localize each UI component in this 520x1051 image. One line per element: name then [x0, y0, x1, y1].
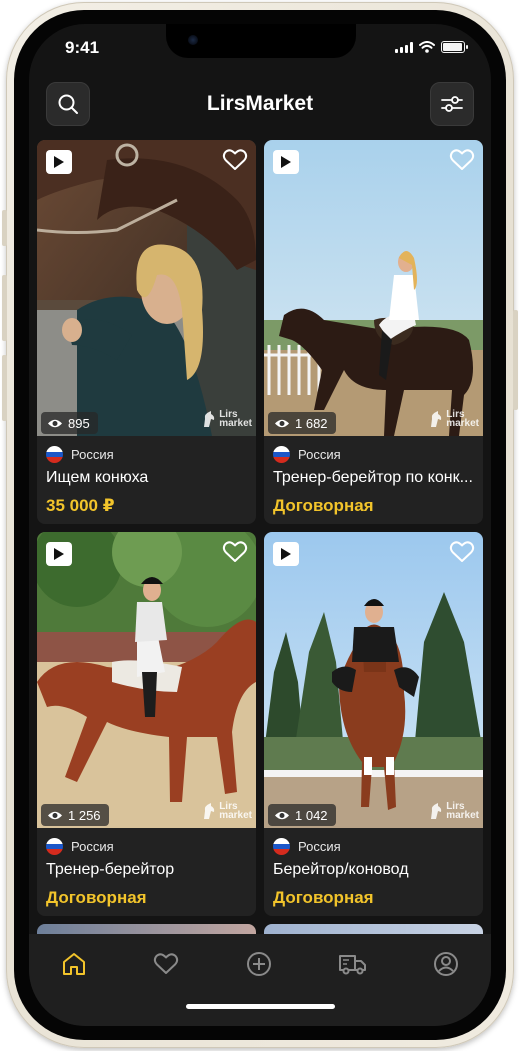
- horse-logo-icon: [431, 411, 442, 427]
- views-counter: 1 256: [41, 804, 109, 826]
- video-play-icon: [273, 150, 299, 174]
- screen: 9:41 LirsMarket 895 Lirs market Россия И…: [29, 24, 491, 1026]
- tab-delivery[interactable]: [333, 948, 373, 980]
- status-time: 9:41: [65, 38, 100, 57]
- tab-favorites[interactable]: [146, 948, 186, 980]
- volume-up-button: [2, 275, 7, 341]
- views-counter: 895: [41, 412, 98, 434]
- listing-price: Договорная: [273, 496, 374, 515]
- video-play-icon: [46, 150, 72, 174]
- horse-logo-icon: [204, 411, 215, 427]
- home-indicator[interactable]: [186, 1004, 335, 1009]
- listing-card[interactable]: 1 256 Lirs market Россия Тренер-берейтор …: [37, 532, 256, 916]
- filter-button[interactable]: [430, 82, 474, 126]
- listing-info: Россия Ищем конюха 35 000 ₽: [46, 446, 251, 516]
- lirs-market-watermark: Lirs market: [202, 802, 252, 821]
- profile-user-icon: [434, 952, 458, 976]
- eye-icon: [48, 419, 62, 427]
- wifi-icon: [419, 41, 435, 53]
- listing-title: Тренер-берейтор по конк...: [273, 469, 473, 486]
- listing-country: Россия: [273, 446, 478, 463]
- favorite-heart-icon[interactable]: [222, 148, 248, 172]
- russia-flag-icon: [273, 446, 290, 463]
- eye-icon: [275, 811, 289, 819]
- favorite-heart-icon[interactable]: [449, 540, 475, 564]
- battery-icon: [441, 41, 468, 53]
- listing-info: Россия Тренер-берейтор Договорная: [46, 838, 251, 908]
- notch: [166, 24, 356, 58]
- lirs-market-watermark: Lirs market: [429, 410, 479, 429]
- favorites-heart-icon: [153, 953, 179, 974]
- views-count: 1 042: [295, 807, 328, 823]
- listing-photo: 1 042 Lirs market: [264, 532, 483, 828]
- tab-add[interactable]: [239, 948, 279, 980]
- listing-title: Берейтор/коновод: [273, 861, 409, 878]
- favorite-heart-icon[interactable]: [222, 540, 248, 564]
- listing-photo: 1 682 Lirs market: [264, 140, 483, 436]
- status-icons: [395, 41, 468, 53]
- views-counter: 1 042: [268, 804, 336, 826]
- lirs-market-watermark: Lirs market: [202, 410, 252, 429]
- filter-sliders-icon: [441, 96, 463, 112]
- tab-profile[interactable]: [426, 948, 466, 980]
- listing-country: Россия: [46, 446, 251, 463]
- listing-title: Тренер-берейтор: [46, 861, 175, 878]
- views-counter: 1 682: [268, 412, 336, 434]
- listing-country: Россия: [273, 838, 478, 855]
- home-icon: [63, 953, 85, 975]
- listing-price: Договорная: [273, 888, 374, 907]
- front-camera: [188, 35, 198, 45]
- horse-logo-icon: [431, 803, 442, 819]
- listing-photo: 895 Lirs market: [37, 140, 256, 436]
- tab-home[interactable]: [54, 948, 94, 980]
- russia-flag-icon: [46, 838, 63, 855]
- listing-country: Россия: [46, 838, 251, 855]
- power-button: [513, 310, 518, 410]
- listing-card[interactable]: 1 042 Lirs market Россия Берейтор/коновод…: [264, 532, 483, 916]
- delivery-truck-icon: [339, 955, 366, 975]
- listing-price: 35 000 ₽: [46, 496, 115, 515]
- app-title: LirsMarket: [206, 92, 314, 115]
- russia-flag-icon: [273, 838, 290, 855]
- listing-photo: 1 256 Lirs market: [37, 532, 256, 828]
- listing-card[interactable]: 895 Lirs market Россия Ищем конюха 35 000…: [37, 140, 256, 524]
- eye-icon: [48, 811, 62, 819]
- horse-logo-icon: [204, 803, 215, 819]
- cellular-signal-icon: [395, 41, 413, 53]
- add-plus-icon: [247, 952, 271, 976]
- views-count: 895: [68, 415, 90, 431]
- lirs-market-watermark: Lirs market: [429, 802, 479, 821]
- views-count: 1 256: [68, 807, 101, 823]
- listing-price: Договорная: [46, 888, 147, 907]
- video-play-icon: [46, 542, 72, 566]
- side-button: [2, 210, 7, 246]
- listing-info: Россия Тренер-берейтор по конк... Догово…: [273, 446, 478, 516]
- video-play-icon: [273, 542, 299, 566]
- bottom-tab-bar: [29, 934, 491, 1026]
- russia-flag-icon: [46, 446, 63, 463]
- favorite-heart-icon[interactable]: [449, 148, 475, 172]
- views-count: 1 682: [295, 415, 328, 431]
- eye-icon: [275, 419, 289, 427]
- listing-card[interactable]: 1 682 Lirs market Россия Тренер-берейтор …: [264, 140, 483, 524]
- listing-info: Россия Берейтор/коновод Договорная: [273, 838, 478, 908]
- listing-title: Ищем конюха: [46, 469, 149, 486]
- volume-down-button: [2, 355, 7, 421]
- app-header: LirsMarket: [29, 82, 491, 130]
